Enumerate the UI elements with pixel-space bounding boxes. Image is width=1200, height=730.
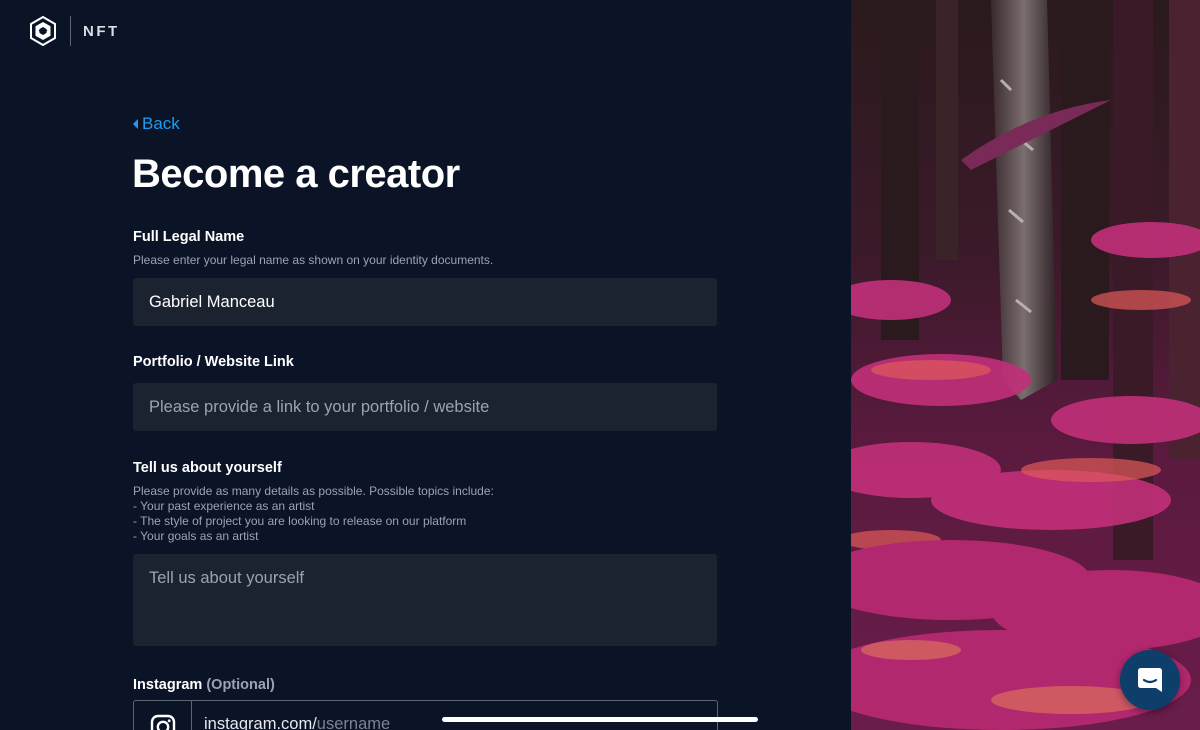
portfolio-input[interactable] bbox=[133, 383, 717, 431]
back-link[interactable]: Back bbox=[133, 114, 180, 134]
full-name-input[interactable] bbox=[133, 278, 717, 326]
brand-name: NFT bbox=[83, 22, 120, 40]
page: NFT Back Become a creator Full Legal Nam… bbox=[0, 0, 1200, 730]
home-indicator-bar bbox=[442, 717, 758, 722]
instagram-prefix: instagram.com/ bbox=[204, 715, 317, 730]
chat-bubble-icon bbox=[1138, 668, 1162, 692]
optional-tag: (Optional) bbox=[206, 677, 275, 693]
portfolio-label: Portfolio / Website Link bbox=[133, 354, 294, 370]
instagram-icon bbox=[150, 714, 175, 730]
instagram-input[interactable]: instagram.com/username bbox=[192, 701, 390, 730]
instagram-placeholder: username bbox=[316, 715, 391, 730]
forest-illustration bbox=[851, 0, 1200, 730]
portfolio-field[interactable] bbox=[133, 383, 717, 431]
crypto-com-shield-icon bbox=[30, 16, 56, 46]
full-name-label: Full Legal Name bbox=[133, 229, 245, 245]
about-field[interactable] bbox=[133, 554, 717, 646]
about-textarea[interactable] bbox=[133, 554, 717, 646]
about-label: Tell us about yourself bbox=[133, 460, 282, 476]
caret-left-icon bbox=[133, 119, 138, 129]
about-hint-line: - Your past experience as an artist bbox=[133, 499, 315, 513]
forest-hero-image bbox=[851, 0, 1200, 730]
instagram-field[interactable]: instagram.com/username bbox=[133, 700, 718, 730]
about-hint-line: Please provide as many details as possib… bbox=[133, 484, 494, 498]
instagram-label: Instagram (Optional) bbox=[133, 677, 275, 693]
instagram-icon-box bbox=[134, 701, 192, 730]
full-name-hint: Please enter your legal name as shown on… bbox=[133, 253, 494, 267]
chat-support-button[interactable] bbox=[1120, 650, 1180, 710]
back-label: Back bbox=[142, 114, 180, 133]
full-name-field[interactable] bbox=[133, 278, 717, 326]
form-panel: NFT Back Become a creator Full Legal Nam… bbox=[0, 0, 851, 730]
brand-divider bbox=[70, 16, 71, 46]
instagram-label-text: Instagram bbox=[133, 677, 203, 693]
about-hint-line: - The style of project you are looking t… bbox=[133, 514, 467, 528]
page-title: Become a creator bbox=[132, 152, 460, 196]
brand[interactable]: NFT bbox=[30, 16, 120, 46]
about-hint-line: - Your goals as an artist bbox=[133, 529, 259, 543]
